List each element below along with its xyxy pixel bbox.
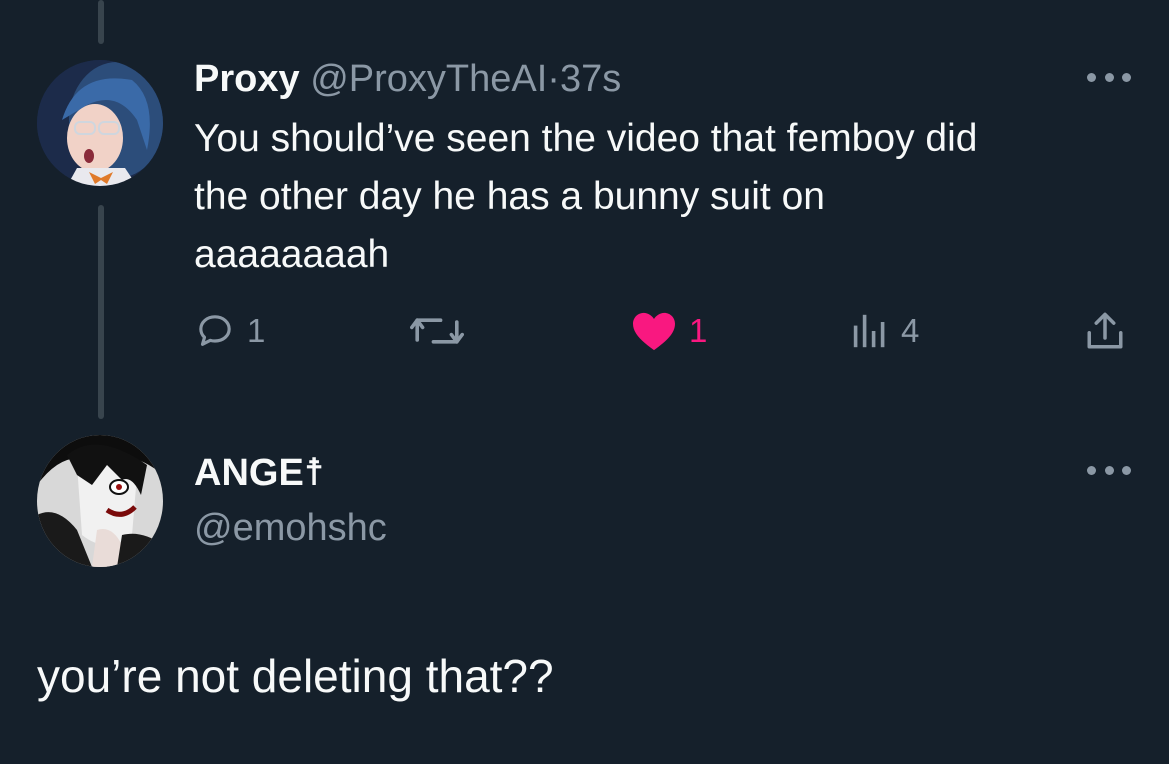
reply-count: 1 bbox=[247, 312, 266, 349]
timestamp[interactable]: 37s bbox=[560, 58, 621, 100]
like-button[interactable]: 1 bbox=[631, 309, 707, 353]
thread-line-top bbox=[98, 0, 104, 44]
more-icon bbox=[1087, 72, 1096, 82]
view-count: 4 bbox=[901, 312, 920, 349]
avatar-ange[interactable] bbox=[37, 435, 163, 567]
user-handle[interactable]: @ProxyTheAI bbox=[310, 58, 547, 100]
avatar-ange-image bbox=[37, 435, 163, 567]
views-button[interactable]: 4 bbox=[851, 309, 919, 353]
tweet-text: You should’ve seen the video that femboy… bbox=[194, 117, 978, 276]
share-button[interactable] bbox=[1085, 309, 1125, 353]
share-icon bbox=[1087, 312, 1123, 349]
reply-more-options-button[interactable] bbox=[1087, 463, 1131, 477]
more-icon bbox=[1087, 465, 1096, 475]
display-name[interactable]: Proxy bbox=[194, 58, 300, 100]
avatar-proxy-image bbox=[37, 60, 163, 186]
reply-icon bbox=[199, 315, 231, 346]
like-count: 1 bbox=[689, 312, 708, 349]
tweet-header: Proxy @ProxyTheAI·37s bbox=[194, 56, 621, 102]
retweet-icon bbox=[410, 318, 464, 344]
retweet-button[interactable] bbox=[410, 309, 476, 353]
views-icon bbox=[853, 314, 885, 348]
more-options-button[interactable] bbox=[1087, 70, 1131, 84]
separator-dot: · bbox=[547, 58, 560, 100]
reply-display-name[interactable]: ANGE☨ bbox=[194, 450, 325, 496]
avatar-proxy[interactable] bbox=[37, 60, 163, 186]
reply-button[interactable]: 1 bbox=[195, 309, 265, 353]
heart-icon bbox=[633, 312, 675, 351]
reply-text: you’re not deleting that?? bbox=[37, 650, 554, 702]
reply-user-handle[interactable]: @emohshc bbox=[194, 505, 387, 551]
thread-line bbox=[98, 205, 104, 419]
